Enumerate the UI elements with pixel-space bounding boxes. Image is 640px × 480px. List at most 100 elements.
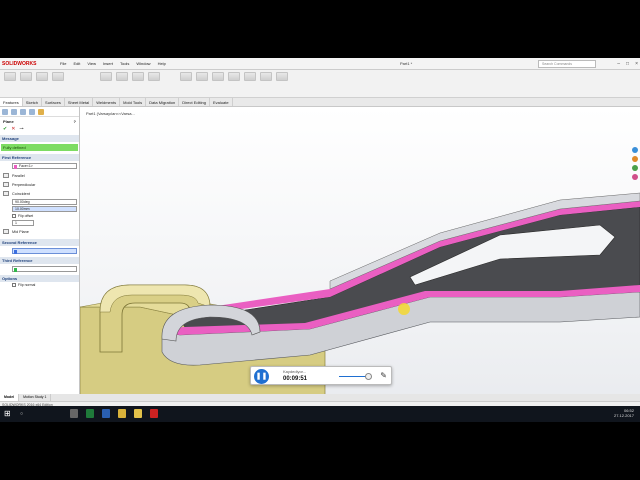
tab-model[interactable]: Model (0, 394, 20, 401)
dimxpert-icon[interactable] (29, 109, 35, 115)
appearances-icon[interactable] (632, 174, 638, 180)
feature-tree-icon[interactable] (2, 109, 8, 115)
instant3d-button[interactable] (276, 72, 288, 81)
status-message: Fully defined (1, 144, 78, 151)
menu-insert[interactable]: Insert (103, 58, 113, 70)
options-header[interactable]: Options (0, 275, 79, 282)
tab-weldments[interactable]: Weldments (93, 98, 121, 106)
close-icon[interactable]: × (635, 58, 638, 70)
pause-button[interactable]: ❚❚ (254, 369, 269, 384)
chrome-icon[interactable] (118, 409, 126, 418)
first-reference-value: Face<1> (19, 164, 33, 168)
extruded-boss-button[interactable] (4, 72, 16, 81)
property-manager-icon[interactable] (11, 109, 17, 115)
tab-data-migration[interactable]: Data Migration (146, 98, 180, 106)
ok-button[interactable]: ✔ (3, 126, 7, 132)
second-reference-header[interactable]: Second Reference (0, 239, 79, 246)
option-mid-plane[interactable]: Mid Plane (0, 227, 79, 236)
reference-geometry-button[interactable] (244, 72, 256, 81)
system-tray-clock[interactable]: 06:52 27.12.2017 (614, 408, 634, 418)
search-icon[interactable]: ○ (20, 411, 23, 417)
menu-help[interactable]: Help (158, 58, 166, 70)
revolved-boss-button[interactable] (20, 72, 32, 81)
fillet-button[interactable] (180, 72, 192, 81)
revolved-cut-button[interactable] (132, 72, 144, 81)
tab-motion-study[interactable]: Motion Study 1 (19, 394, 52, 401)
third-reference-field[interactable] (12, 266, 77, 272)
third-reference-header[interactable]: Third Reference (0, 257, 79, 264)
message-header[interactable]: Message (0, 135, 79, 142)
bottom-tabs: Model Motion Study 1 (0, 394, 640, 401)
explorer-icon[interactable] (134, 409, 142, 418)
flip-offset-checkbox[interactable]: Flip offset (0, 213, 79, 219)
blue-swatch-icon (14, 249, 17, 254)
menu-bar: File Edit View Insert Tools Window Help (60, 58, 166, 70)
extruded-cut-button[interactable] (100, 72, 112, 81)
title-bar: SOLIDWORKS File Edit View Insert Tools W… (0, 58, 640, 70)
search-commands-input[interactable]: Search Commands (538, 60, 596, 68)
flip-normal-checkbox[interactable]: Flip normal (0, 282, 79, 288)
option-parallel[interactable]: Parallel (0, 171, 79, 180)
help-icon[interactable]: ? (74, 119, 76, 124)
first-reference-header[interactable]: First Reference (0, 154, 79, 161)
pen-icon[interactable]: ✎ (380, 371, 387, 380)
recording-time: 00:09:51 (283, 376, 308, 382)
count-field[interactable]: 1 (12, 220, 34, 226)
tab-sketch[interactable]: Sketch (23, 98, 43, 106)
checkbox-box (12, 283, 16, 287)
linear-pattern-button[interactable] (196, 72, 208, 81)
document-title: Part1 * (400, 61, 413, 66)
curves-button[interactable] (260, 72, 272, 81)
maximize-icon[interactable]: □ (626, 58, 629, 70)
perpendicular-icon (3, 182, 9, 187)
cancel-button[interactable]: ✕ (11, 126, 15, 132)
file-explorer-icon[interactable] (632, 165, 638, 171)
menu-tools[interactable]: Tools (120, 58, 129, 70)
menu-file[interactable]: File (60, 58, 66, 70)
config-manager-icon[interactable] (20, 109, 26, 115)
task-pane-icon[interactable] (632, 147, 638, 153)
menu-window[interactable]: Window (136, 58, 150, 70)
window-controls: – □ × (617, 58, 638, 70)
tab-features[interactable]: Features (0, 98, 23, 106)
rib-button[interactable] (212, 72, 224, 81)
tab-surfaces[interactable]: Surfaces (42, 98, 65, 106)
green-swatch-icon (14, 267, 17, 272)
start-button[interactable]: ⊞ (4, 409, 14, 419)
ribbon-group-cut (100, 72, 160, 81)
first-reference-field[interactable]: Face<1> (12, 163, 77, 169)
solidworks-taskbar-icon[interactable] (150, 409, 158, 418)
pink-swatch-icon (14, 164, 17, 169)
wrap-button[interactable] (228, 72, 240, 81)
angle-field[interactable]: 90.00deg (12, 199, 77, 205)
swept-cut-button[interactable] (148, 72, 160, 81)
second-reference-field[interactable] (12, 248, 77, 254)
word-icon[interactable] (102, 409, 110, 418)
tab-sheet-metal[interactable]: Sheet Metal (65, 98, 94, 106)
panel-title-row: Plane ? (0, 117, 79, 126)
display-manager-icon[interactable] (38, 109, 44, 115)
tab-evaluate[interactable]: Evaluate (210, 98, 233, 106)
taskview-icon[interactable] (70, 409, 78, 418)
windows-taskbar: ⊞ ○ 06:52 27.12.2017 (0, 406, 640, 422)
screen-recorder-widget: ❚❚ Kaydediyor... 00:09:51 ✎ (250, 366, 392, 385)
command-manager-ribbon (0, 70, 640, 98)
pin-icon[interactable]: ⊸ (19, 126, 23, 132)
lofted-boss-button[interactable] (52, 72, 64, 81)
minimize-icon[interactable]: – (617, 58, 620, 70)
tab-mold-tools[interactable]: Mold Tools (120, 98, 147, 106)
swept-boss-button[interactable] (36, 72, 48, 81)
tab-direct-editing[interactable]: Direct Editing (179, 98, 210, 106)
menu-view[interactable]: View (87, 58, 96, 70)
volume-knob-icon[interactable] (365, 373, 372, 380)
menu-edit[interactable]: Edit (73, 58, 80, 70)
distance-field[interactable]: 10.00mm (12, 206, 77, 212)
option-coincident[interactable]: Coincident (0, 189, 79, 198)
cursor-highlight (398, 303, 410, 315)
design-library-icon[interactable] (632, 156, 638, 162)
option-perpendicular[interactable]: Perpendicular (0, 180, 79, 189)
mid-plane-icon (3, 229, 9, 234)
panel-title: Plane (3, 119, 14, 124)
excel-icon[interactable] (86, 409, 94, 418)
hole-wizard-button[interactable] (116, 72, 128, 81)
